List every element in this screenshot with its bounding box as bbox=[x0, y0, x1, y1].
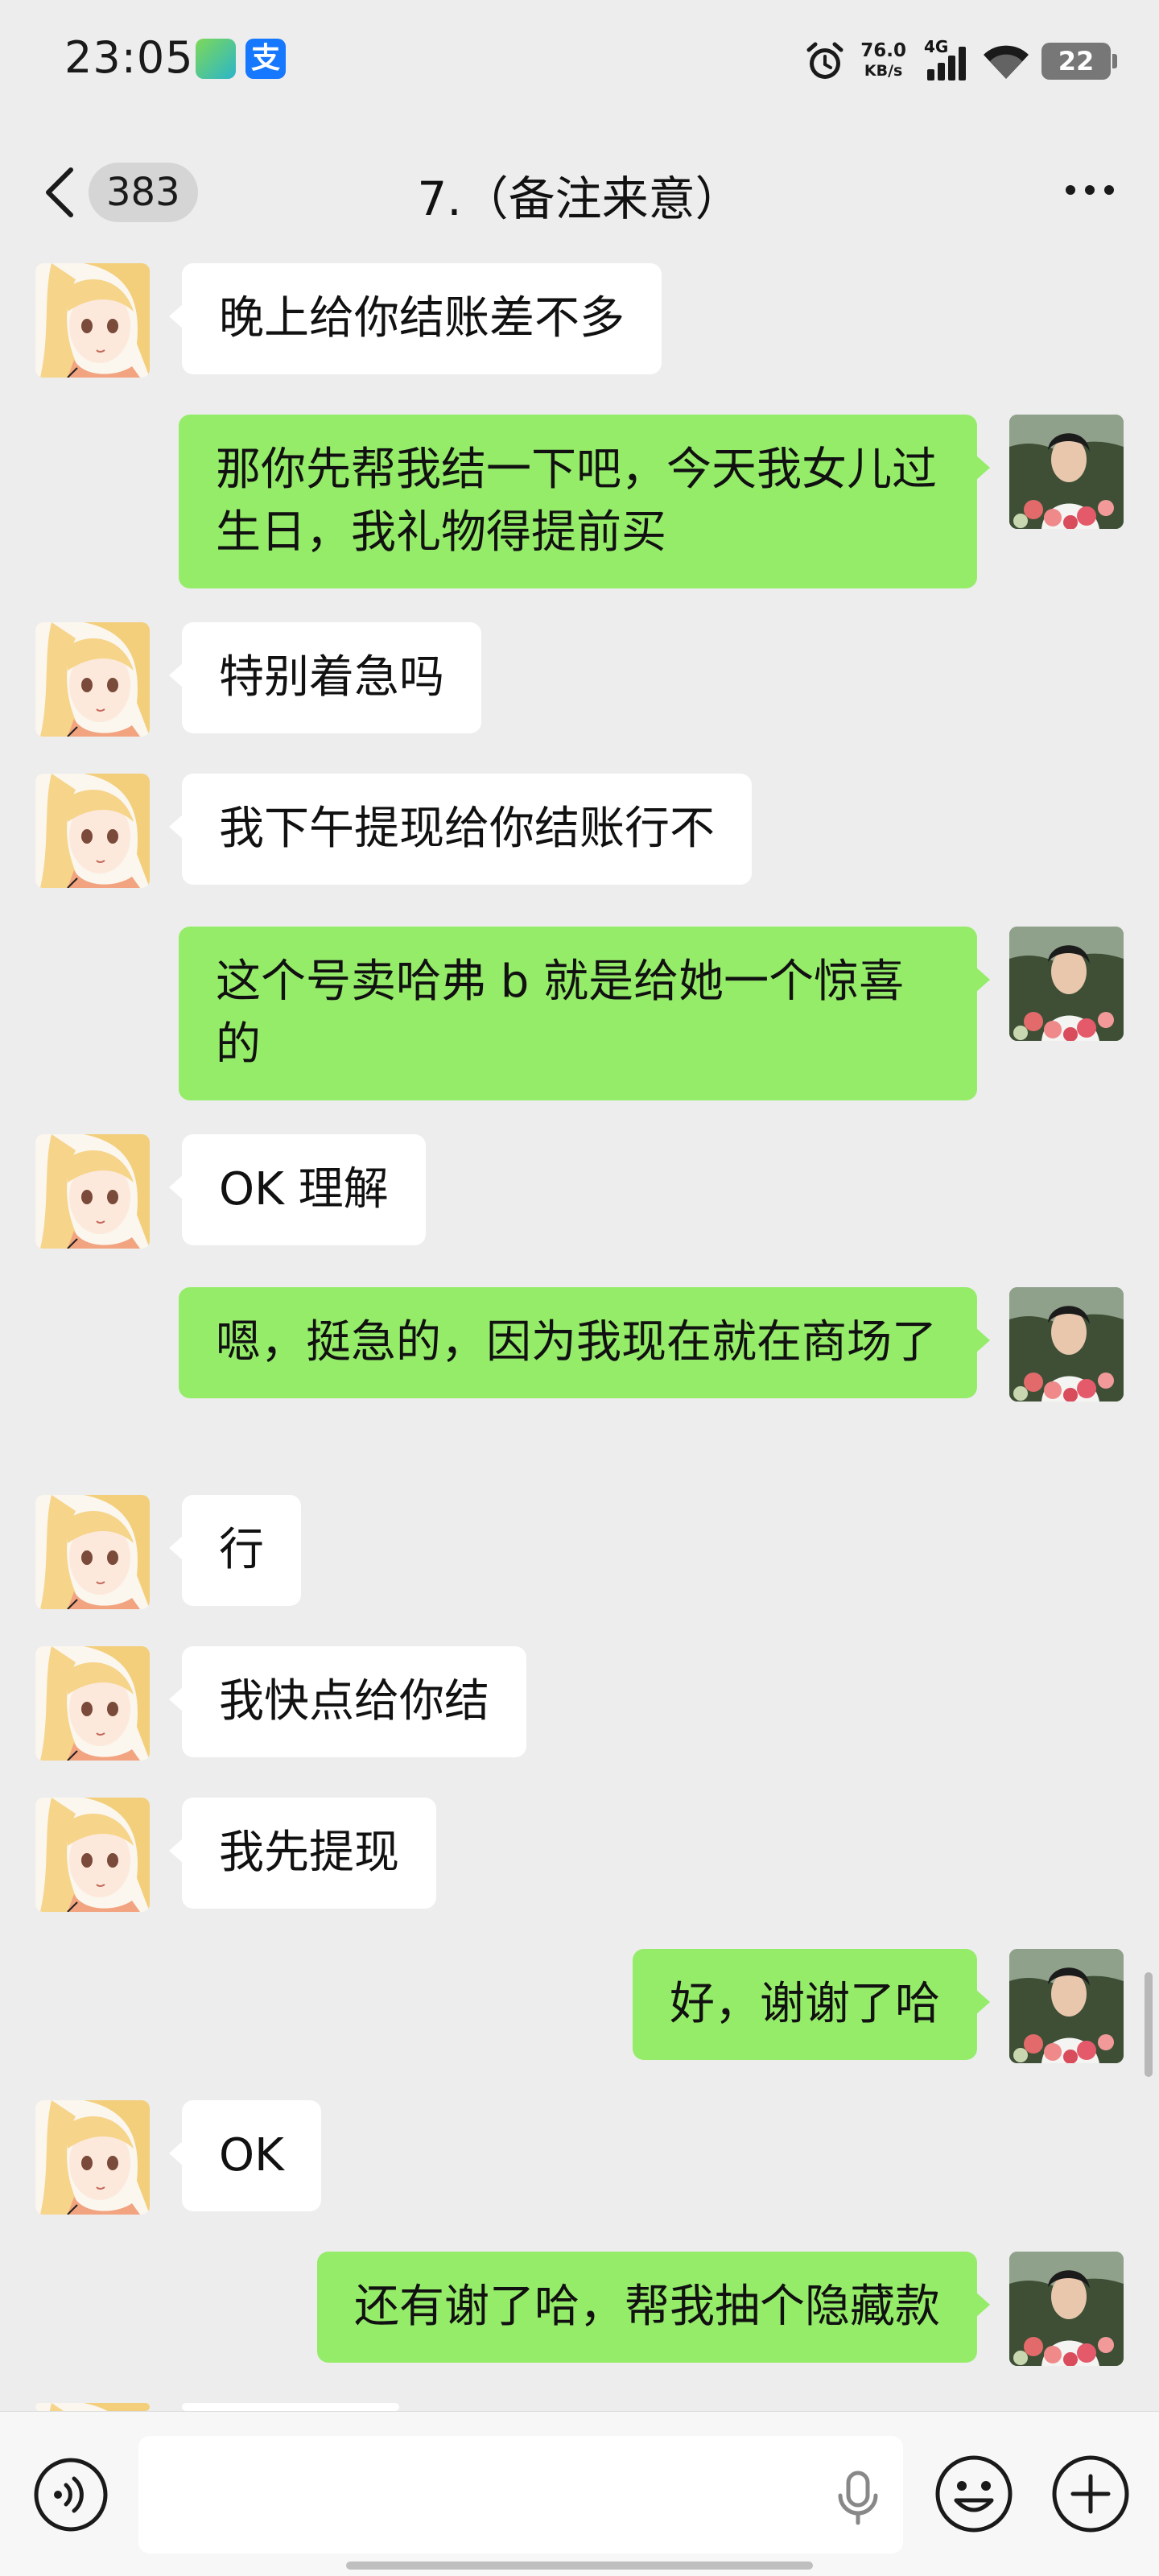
message-row: 还有谢了哈，帮我抽个隐藏款 bbox=[0, 2252, 1159, 2371]
message-bubble-outgoing[interactable]: 嗯，挺急的，因为我现在就在商场了 bbox=[179, 1287, 990, 1398]
contact-avatar[interactable] bbox=[35, 2403, 150, 2411]
message-bubble-incoming[interactable]: OK bbox=[169, 2100, 321, 2211]
my-avatar[interactable] bbox=[1009, 2252, 1124, 2366]
message-bubble-incoming[interactable]: 我下午提现给你结账行不 bbox=[169, 774, 752, 885]
net-speed: 76.0 KB/s bbox=[860, 41, 906, 81]
emoji-button[interactable] bbox=[934, 2454, 1014, 2534]
message-row: 晚上给你结账差不多 bbox=[0, 263, 1159, 382]
signal-bars-icon bbox=[927, 47, 966, 80]
wifi-tool-icon bbox=[196, 39, 236, 79]
my-avatar[interactable] bbox=[1009, 1949, 1124, 2063]
message-row: 我快点给你结 bbox=[0, 1646, 1159, 1765]
message-list[interactable]: 晚上给你结账差不多 那你先帮我结一下吧，今天我女儿过生日，我礼物得提前买 特别着… bbox=[0, 262, 1159, 2411]
net-speed-unit: KB/s bbox=[864, 62, 903, 80]
cell-signal: 4G bbox=[924, 37, 971, 82]
message-bubble-incoming[interactable]: 我先提现 bbox=[169, 1798, 436, 1909]
my-avatar[interactable] bbox=[1009, 1287, 1124, 1402]
message-row: 这个号卖哈弗 b 就是给她一个惊喜的 bbox=[0, 927, 1159, 1104]
microphone-icon[interactable] bbox=[835, 2470, 881, 2526]
message-row: 我先提现 bbox=[0, 1798, 1159, 1917]
alarm-icon bbox=[806, 42, 843, 79]
message-bubble-outgoing[interactable]: 这个号卖哈弗 b 就是给她一个惊喜的 bbox=[179, 927, 990, 1100]
message-bubble-outgoing[interactable]: 好，谢谢了哈 bbox=[633, 1949, 990, 2060]
alipay-icon: 支 bbox=[245, 39, 286, 79]
contact-avatar[interactable] bbox=[35, 2100, 150, 2215]
message-bubble-outgoing[interactable]: 还有谢了哈，帮我抽个隐藏款 bbox=[317, 2252, 990, 2363]
message-row: 行 bbox=[0, 1495, 1159, 1614]
scrollbar-thumb[interactable] bbox=[1145, 1972, 1153, 2077]
message-row-partial bbox=[0, 2403, 1159, 2411]
contact-avatar[interactable] bbox=[35, 1495, 150, 1609]
chat-title: 7.（备注来意） bbox=[417, 171, 742, 226]
chat-header: 383 7.（备注来意） bbox=[0, 121, 1159, 262]
wifi-icon bbox=[984, 45, 1029, 79]
message-row: OK 理解 bbox=[0, 1134, 1159, 1253]
contact-avatar[interactable] bbox=[35, 774, 150, 888]
message-bubble-incoming[interactable]: 晚上给你结账差不多 bbox=[169, 263, 662, 374]
message-bubble-incoming[interactable]: 我快点给你结 bbox=[169, 1646, 526, 1757]
contact-avatar[interactable] bbox=[35, 1798, 150, 1912]
battery-indicator: 22 bbox=[1041, 43, 1117, 80]
status-time: 23:05 bbox=[64, 32, 194, 83]
message-bubble-incoming[interactable]: 行 bbox=[169, 1495, 301, 1606]
more-options-button[interactable] bbox=[1066, 185, 1114, 195]
contact-avatar[interactable] bbox=[35, 1134, 150, 1249]
contact-avatar[interactable] bbox=[35, 1646, 150, 1761]
message-input[interactable] bbox=[138, 2436, 903, 2553]
message-row: OK bbox=[0, 2100, 1159, 2219]
message-bubble-incoming[interactable]: 特别着急吗 bbox=[169, 622, 481, 733]
more-functions-plus-button[interactable] bbox=[1050, 2454, 1131, 2534]
my-avatar[interactable] bbox=[1009, 927, 1124, 1041]
home-indicator[interactable] bbox=[346, 2562, 813, 2570]
net-speed-value: 76.0 bbox=[860, 40, 906, 61]
input-bar bbox=[0, 2411, 1159, 2576]
voice-mode-button[interactable] bbox=[32, 2456, 109, 2533]
message-row: 那你先帮我结一下吧，今天我女儿过生日，我礼物得提前买 bbox=[0, 415, 1159, 592]
message-bubble-incoming[interactable]: OK 理解 bbox=[169, 1134, 426, 1245]
message-row: 嗯，挺急的，因为我现在就在商场了 bbox=[0, 1287, 1159, 1464]
message-row: 我下午提现给你结账行不 bbox=[0, 774, 1159, 893]
contact-avatar[interactable] bbox=[35, 622, 150, 737]
message-bubble-outgoing[interactable]: 那你先帮我结一下吧，今天我女儿过生日，我礼物得提前买 bbox=[179, 415, 990, 588]
message-bubble-incoming[interactable] bbox=[182, 2403, 399, 2411]
message-row: 好，谢谢了哈 bbox=[0, 1949, 1159, 2068]
contact-avatar[interactable] bbox=[35, 263, 150, 378]
my-avatar[interactable] bbox=[1009, 415, 1124, 529]
message-row: 特别着急吗 bbox=[0, 622, 1159, 741]
more-dots-icon bbox=[1066, 185, 1075, 195]
status-bar: 23:05 支 76.0 KB/s 4G 22 bbox=[0, 0, 1159, 121]
